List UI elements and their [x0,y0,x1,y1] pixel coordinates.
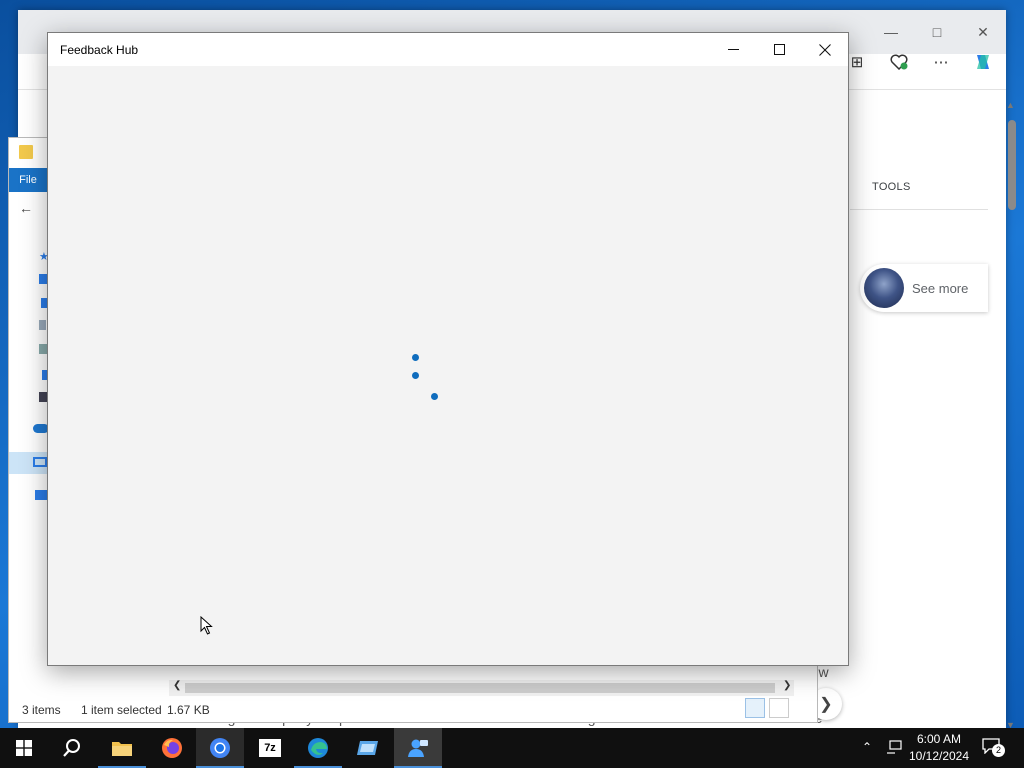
folder-icon [19,145,33,159]
show-hidden-icons-icon[interactable]: ⌃ [862,740,872,754]
see-more-chip[interactable]: See more [860,264,988,312]
search-button[interactable] [48,728,96,768]
scroll-up-icon[interactable]: ▲ [1006,100,1015,110]
system-clock[interactable]: 6:00 AM 10/12/2024 [908,731,970,765]
browser-essentials-icon[interactable] [888,52,910,72]
ribbon-file-tab[interactable]: File [9,168,47,192]
window-title: Feedback Hub [60,43,139,57]
divider [850,209,988,210]
start-button[interactable] [0,728,48,768]
browser-scrollbar[interactable]: ▲ ▼ [1004,100,1020,736]
back-arrow-icon[interactable]: ← [19,200,33,216]
this-pc-icon [33,457,47,467]
taskbar-edge[interactable] [294,728,342,768]
firefox-icon [162,738,182,758]
taskbar-app-installer[interactable] [344,728,392,768]
browser-minimize-button[interactable]: — [868,10,914,54]
notification-count-badge: 2 [992,744,1005,757]
taskbar-file-explorer[interactable] [98,728,146,768]
taskbar: 7z ⌃ 6:00 AM 10/12/2024 2 [0,728,1024,768]
mouse-cursor-icon [200,616,213,635]
taskbar-chrome[interactable] [196,728,244,768]
scroll-left-icon[interactable]: ❮ [173,680,181,691]
app-installer-icon [357,741,378,755]
feedback-hub-window[interactable]: Feedback Hub [47,32,849,666]
browser-scroll-thumb[interactable] [1008,120,1016,210]
more-options-icon[interactable]: ⋯ [930,52,952,72]
spinner-dot [412,372,419,379]
item-count: 3 items [22,703,61,717]
feedback-hub-titlebar[interactable]: Feedback Hub [48,33,848,66]
chrome-icon [210,738,230,758]
tools-tab[interactable]: TOOLS [872,181,911,193]
see-more-label: See more [912,280,969,296]
clock-date: 10/12/2024 [908,749,970,763]
documents-nav-icon[interactable] [39,320,46,330]
feedback-hub-icon [408,739,428,757]
taskbar-feedback-hub[interactable] [394,728,442,768]
tab-collections-icon[interactable]: ⊞ [846,52,868,72]
close-button[interactable] [802,33,848,66]
details-view-icon[interactable] [745,698,765,718]
minimize-button[interactable] [710,33,756,66]
explorer-horizontal-scrollbar[interactable]: ❮ ❯ [169,680,794,696]
large-icons-view-icon[interactable] [769,698,789,718]
taskbar-7zip[interactable]: 7z [246,728,294,768]
windows-logo-icon [16,740,32,756]
maximize-button[interactable] [756,33,802,66]
browser-caption-buttons: — □ ✕ [868,10,1006,54]
clock-time: 6:00 AM [916,732,962,746]
explorer-scroll-thumb[interactable] [185,683,775,693]
see-more-thumbnail [864,268,904,308]
7zip-icon: 7z [259,739,281,757]
this-pc-nav-item[interactable] [9,452,49,474]
taskbar-firefox[interactable] [148,728,196,768]
copilot-icon[interactable] [972,52,994,72]
spinner-dot [412,354,419,361]
selection-size: 1.67 KB [167,703,210,717]
browser-maximize-button[interactable]: □ [914,10,960,54]
action-center-button[interactable]: 2 [982,738,1005,758]
edge-icon [308,738,328,758]
scroll-right-icon[interactable]: ❯ [783,680,791,691]
spinner-dot [431,393,438,400]
network-status-icon[interactable] [886,740,902,754]
browser-close-button[interactable]: ✕ [960,10,1006,54]
folder-icon [112,742,132,756]
selection-info: 1 item selected [81,703,162,717]
explorer-statusbar: 3 items 1 item selected 1.67 KB [9,698,817,722]
search-icon [63,739,80,757]
